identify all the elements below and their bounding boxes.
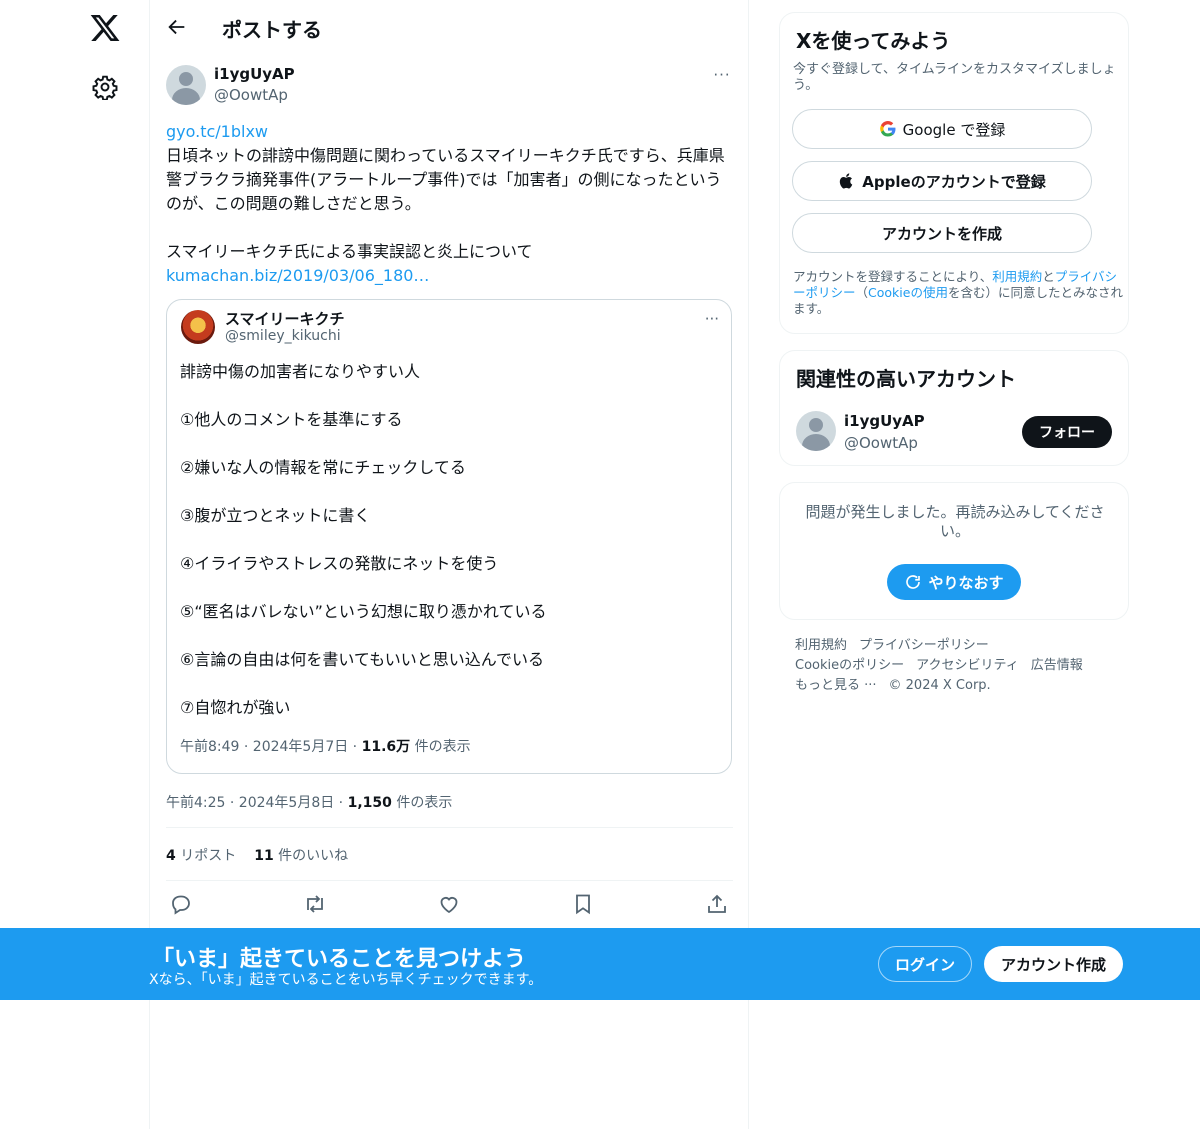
divider <box>166 880 733 881</box>
back-arrow-icon[interactable] <box>166 16 188 38</box>
follow-button[interactable]: フォロー <box>1022 416 1112 448</box>
like-count[interactable]: 11 <box>254 848 273 864</box>
avatar[interactable] <box>166 65 206 105</box>
legal-text: （ <box>855 285 869 300</box>
footer-more-link[interactable]: もっと見る ··· <box>795 678 877 693</box>
relevant-account-handle[interactable]: @OowtAp <box>844 434 918 452</box>
apple-icon <box>840 173 853 189</box>
google-signup-label: Google で登録 <box>902 120 1006 139</box>
quote-author-handle[interactable]: @smiley_kikuchi <box>225 328 341 344</box>
apple-signup-label: Appleのアカウントで登録 <box>862 172 1046 191</box>
signup-button[interactable]: アカウント作成 <box>984 946 1123 982</box>
google-signup-button[interactable]: Google で登録 <box>792 109 1092 149</box>
quote-more-options-icon[interactable]: ··· <box>705 310 719 328</box>
like-icon[interactable] <box>437 892 461 916</box>
gear-icon[interactable] <box>92 74 118 100</box>
share-icon[interactable] <box>705 892 729 916</box>
footer-cookie-link[interactable]: Cookieのポリシー <box>795 658 904 673</box>
post-meta: 午前4:25 · 2024年5月8日 · 1,150 件の表示 <box>166 792 452 812</box>
legal-text: と <box>1042 269 1055 284</box>
cookie-link[interactable]: Cookieの使用 <box>868 285 948 300</box>
bottom-banner: 「いま」起きていることを見つけよう Xなら、「いま」起きていることをいち早くチェ… <box>0 928 1200 1000</box>
footer-terms-link[interactable]: 利用規約 <box>795 638 847 653</box>
post-text: gyo.tc/1blxw 日頃ネットの誹謗中傷問題に関わっているスマイリーキクチ… <box>166 120 733 288</box>
like-label[interactable]: 件のいいね <box>274 848 348 864</box>
quote-views-count: 11.6万 <box>361 739 411 755</box>
quote-time: 午前8:49 · 2024年5月7日 · <box>180 739 362 755</box>
author-name[interactable]: i1ygUyAP <box>214 65 295 83</box>
quote-author-name[interactable]: スマイリーキクチ <box>225 308 345 329</box>
signup-subtitle: 今すぐ登録して、タイムラインをカスタマイズしましょう。 <box>793 62 1116 93</box>
footer-accessibility-link[interactable]: アクセシビリティ <box>916 658 1019 673</box>
legal-text: アカウントを登録することにより、 <box>793 269 993 284</box>
more-options-icon[interactable]: ··· <box>711 68 733 90</box>
bookmark-icon[interactable] <box>571 892 595 916</box>
post-link-1[interactable]: gyo.tc/1blxw <box>166 122 268 141</box>
refresh-icon <box>906 575 921 589</box>
quote-views-label: 件の表示 <box>410 739 471 755</box>
google-icon <box>879 120 896 137</box>
footer-privacy-link[interactable]: プライバシーポリシー <box>859 638 989 653</box>
post-link-2[interactable]: kumachan.biz/2019/03/06_180… <box>166 266 429 285</box>
banner-subtitle: Xなら、「いま」起きていることをいち早くチェックできます。 <box>149 972 543 988</box>
retry-button[interactable]: やりなおす <box>887 564 1021 600</box>
retry-label: やりなおす <box>928 573 1004 592</box>
page-header: ポストする <box>150 0 749 53</box>
repost-count[interactable]: 4 <box>166 848 176 864</box>
error-message: 問題が発生しました。再読み込みしてください。 <box>805 503 1105 540</box>
post-author: i1ygUyAP @OowtAp ··· <box>166 64 733 108</box>
quote-avatar[interactable] <box>181 310 215 344</box>
repost-label[interactable]: リポスト <box>176 848 236 864</box>
reply-icon[interactable] <box>169 892 193 916</box>
footer-ads-link[interactable]: 広告情報 <box>1031 658 1083 673</box>
relevant-accounts-card: 関連性の高いアカウント i1ygUyAP @OowtAp フォロー <box>779 350 1129 466</box>
terms-link[interactable]: 利用規約 <box>992 269 1042 284</box>
page-title: ポストする <box>222 18 322 42</box>
post-views-count: 1,150 <box>347 795 392 811</box>
quoted-post[interactable]: スマイリーキクチ @smiley_kikuchi ··· 誹謗中傷の加害者になり… <box>166 299 732 774</box>
error-card: 問題が発生しました。再読み込みしてください。 やりなおす <box>779 482 1129 620</box>
footer-copyright: © 2024 X Corp. <box>888 678 991 693</box>
apple-signup-button[interactable]: Appleのアカウントで登録 <box>792 161 1092 201</box>
avatar[interactable] <box>796 411 836 451</box>
post-time[interactable]: 午前4:25 · 2024年5月8日 · <box>166 795 348 811</box>
author-handle[interactable]: @OowtAp <box>214 86 288 104</box>
post-views-label: 件の表示 <box>391 795 453 811</box>
quote-text: 誹謗中傷の加害者になりやすい人 ①他人のコメントを基準にする ②嫌いな人の情報を… <box>180 362 547 717</box>
x-logo-icon[interactable] <box>89 12 121 44</box>
repost-icon[interactable] <box>303 892 327 916</box>
post-stats: 4 リポスト 11 件のいいね <box>166 845 348 865</box>
login-button[interactable]: ログイン <box>878 946 972 982</box>
create-account-button[interactable]: アカウントを作成 <box>792 213 1092 253</box>
relevant-title: 関連性の高いアカウント <box>796 367 1016 391</box>
signup-title: Xを使ってみよう <box>796 29 951 53</box>
relevant-account-name[interactable]: i1ygUyAP <box>844 412 925 430</box>
signup-legal: アカウントを登録することにより、利用規約とプライバシーポリシー（Cookieの使… <box>793 269 1123 317</box>
post-actions <box>166 892 733 916</box>
quote-meta: 午前8:49 · 2024年5月7日 · 11.6万 件の表示 <box>180 736 471 756</box>
create-account-label: アカウントを作成 <box>881 224 1002 243</box>
footer-links: 利用規約 プライバシーポリシー Cookieのポリシー アクセシビリティ 広告情報 も… <box>795 636 1125 696</box>
signup-card: Xを使ってみよう 今すぐ登録して、タイムラインをカスタマイズしましょう。 Goo… <box>779 12 1129 334</box>
post-body: 日頃ネットの誹謗中傷問題に関わっているスマイリーキクチ氏ですら、兵庫県警ブラクラ… <box>166 146 725 261</box>
divider <box>166 827 733 828</box>
